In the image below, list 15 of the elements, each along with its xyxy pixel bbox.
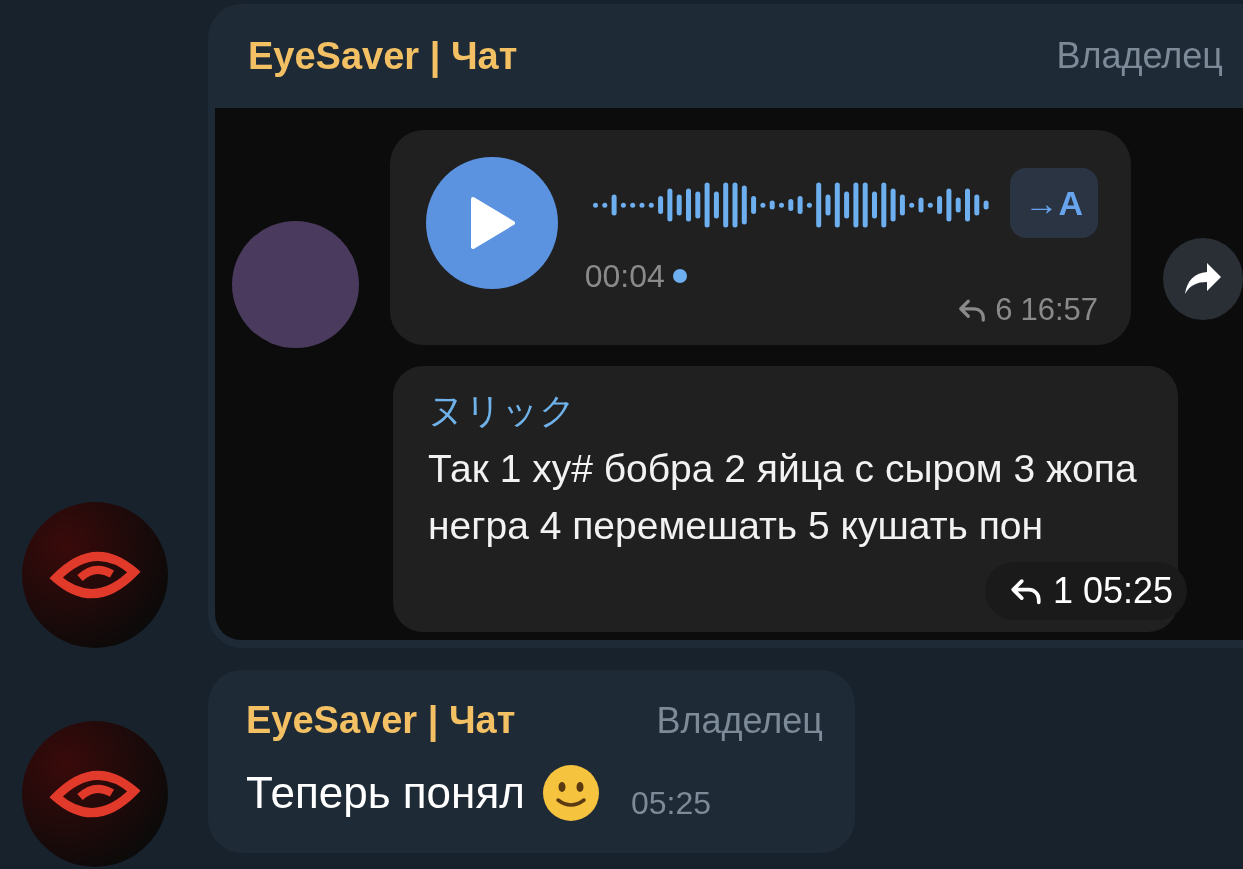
translate-button[interactable]: →A [1009, 168, 1098, 238]
message-time: 05:25 [630, 784, 711, 823]
reply-count: 1 [1053, 569, 1074, 613]
smiley-icon [540, 763, 601, 823]
voice-duration: 00:04 [584, 257, 665, 296]
sender-role: Владелец [656, 698, 823, 743]
sender-role: Владелец [1056, 34, 1223, 78]
sender-name: ヌリック [428, 389, 577, 433]
reply-count: 6 [995, 290, 1013, 329]
sender-name: EyeSaver | Чат [248, 33, 518, 80]
message-text: Так 1 ху# бобра 2 яйца с сыром 3 жопа негра 4 перемешать 5 кушать пон [428, 446, 1138, 549]
message-time: 16:57 [1020, 290, 1098, 329]
sender-name: EyeSaver | Чат [246, 698, 516, 744]
message-time: 05:25 [1083, 569, 1174, 613]
message-text: Теперь понял [246, 767, 525, 819]
